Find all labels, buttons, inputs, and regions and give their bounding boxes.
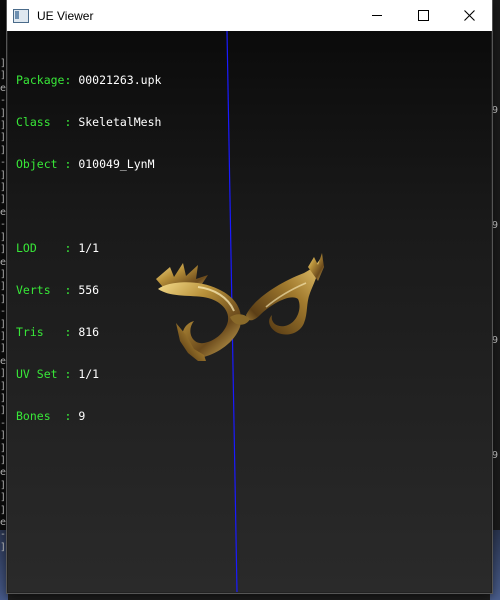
info-row-uvset: UV Set : 1/1 [16, 367, 100, 381]
console-glyph: 9 [492, 450, 499, 461]
console-glyph: 9 [492, 105, 499, 116]
uvset-value: 1/1 [78, 367, 100, 381]
window-title: UE Viewer [37, 8, 94, 23]
console-glyph: 9 [492, 335, 499, 346]
mask-left-wing [158, 282, 242, 358]
mask-mesh [156, 253, 324, 361]
info-row-verts: Verts : 556 [16, 283, 100, 297]
info-row-tris: Tris : 816 [16, 325, 100, 339]
mesh-viewport[interactable]: Package: 00021263.upk Class : SkeletalMe… [8, 31, 491, 592]
info-row-bones: Bones : 9 [16, 409, 86, 423]
class-value: SkeletalMesh [78, 115, 162, 129]
lod-value: 1/1 [78, 241, 100, 255]
maximize-button[interactable] [400, 0, 446, 31]
minimize-icon [372, 15, 382, 16]
mesh-info-panel: Package: 00021263.upk Class : SkeletalMe… [16, 45, 161, 451]
verts-value: 556 [78, 283, 100, 297]
close-icon [463, 10, 475, 21]
background-console-text-right: 9 9 9 9 [492, 105, 500, 565]
ue-viewer-window[interactable]: UE Viewer Package: 00021263.upk Class: … [7, 0, 492, 593]
tris-value: 816 [78, 325, 100, 339]
package-value: 00021263.upk [78, 73, 162, 87]
info-row-object: Object : 010049_LynM [16, 157, 155, 171]
title-bar[interactable]: UE Viewer [7, 0, 492, 31]
maximize-icon [417, 10, 429, 21]
info-row-lod: LOD : 1/1 [16, 241, 100, 255]
bones-value: 9 [78, 409, 86, 423]
minimize-button[interactable] [354, 0, 400, 31]
info-row-class: Class : SkeletalMesh [16, 115, 162, 129]
app-window-icon [13, 8, 29, 23]
object-value: 010049_LynM [78, 157, 155, 171]
close-button[interactable] [446, 0, 492, 31]
console-glyph: 9 [492, 220, 499, 231]
mask-right-wing [246, 259, 320, 335]
info-row-package: Package: 00021263.upk [16, 73, 162, 87]
